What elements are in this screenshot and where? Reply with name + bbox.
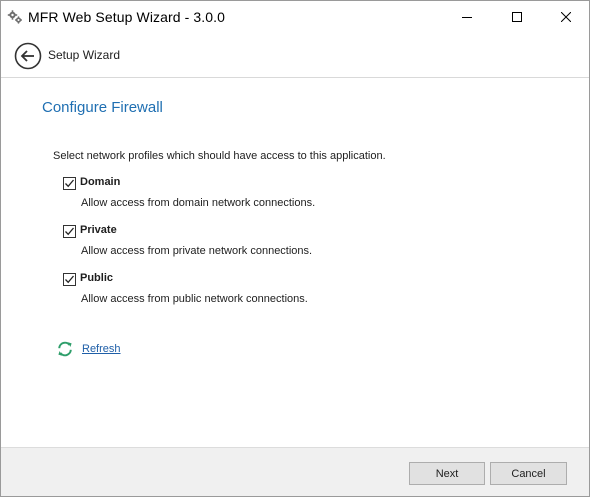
private-checkbox[interactable] [63,225,76,238]
wizard-content: Configure Firewall Select network profil… [1,79,589,445]
window-title: MFR Web Setup Wizard - 3.0.0 [28,9,226,25]
domain-checkbox[interactable] [63,177,76,190]
title-bar: MFR Web Setup Wizard - 3.0.0 [1,1,589,33]
wizard-footer: Next Cancel [1,447,589,496]
private-label[interactable]: Private [80,224,117,236]
public-description: Allow access from public network connect… [81,293,308,305]
cancel-button[interactable]: Cancel [490,462,567,485]
page-title: Configure Firewall [42,99,163,116]
refresh-link[interactable]: Refresh [82,343,121,355]
maximize-button[interactable] [494,1,540,33]
minimize-button[interactable] [444,1,490,33]
back-button[interactable] [14,42,42,70]
gear-app-icon [7,9,23,25]
public-checkbox[interactable] [63,273,76,286]
maximize-icon [512,12,522,22]
public-label[interactable]: Public [80,272,113,284]
next-button[interactable]: Next [409,462,485,485]
header-title: Setup Wizard [48,48,121,62]
checkmark-icon [65,275,74,284]
domain-label[interactable]: Domain [80,176,120,188]
domain-description: Allow access from domain network connect… [81,197,316,209]
private-description: Allow access from private network connec… [81,245,313,257]
checkmark-icon [65,227,74,236]
close-icon [561,12,571,22]
wizard-header: Setup Wizard [1,33,589,78]
refresh-icon[interactable] [56,340,74,358]
setup-wizard-window: MFR Web Setup Wizard - 3.0.0 Setup Wizar… [0,0,590,497]
minimize-icon [462,17,472,18]
checkmark-icon [65,179,74,188]
back-arrow-icon [14,42,42,70]
close-button[interactable] [543,1,589,33]
intro-text: Select network profiles which should hav… [53,150,386,162]
